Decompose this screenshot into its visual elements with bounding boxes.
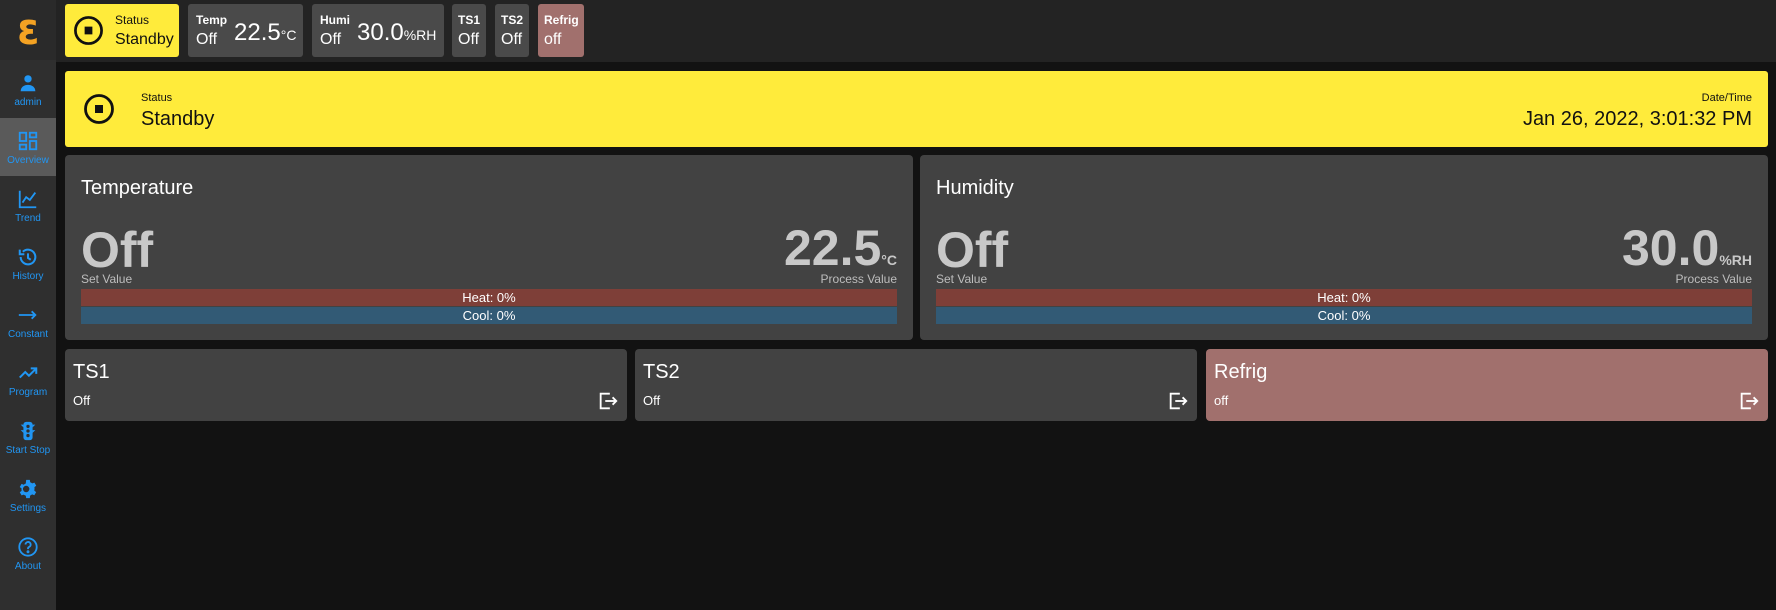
sidebar-item-label: Settings <box>9 503 47 514</box>
ts2-title: TS2 <box>643 361 680 383</box>
temperature-panel[interactable]: Temperature Off Set Value 22.5°C Process… <box>65 155 913 340</box>
sidebar-item-admin[interactable]: admin <box>0 60 56 118</box>
sidebar-item-label: Trend <box>15 213 41 224</box>
dashboard-icon <box>18 131 38 151</box>
humidity-set-label: Set Value <box>936 272 988 286</box>
sidebar-item-label: Program <box>8 387 48 398</box>
status-value: Standby <box>141 108 215 130</box>
datetime-label: Date/Time <box>1701 92 1752 104</box>
temperature-process-label: Process Value <box>820 272 897 286</box>
topbar-refrig-label: Refrig <box>544 13 579 27</box>
topbar-temp-chip[interactable]: Temp Off 22.5°C <box>188 4 303 57</box>
history-icon <box>18 248 37 266</box>
sidebar-item-start-stop[interactable]: Start Stop <box>0 408 56 466</box>
humidity-panel[interactable]: Humidity Off Set Value 30.0%RH Process V… <box>920 155 1768 340</box>
topbar-temp-value: 22.5 <box>234 19 281 46</box>
topbar-refrig-chip[interactable]: Refrig off <box>538 4 584 57</box>
topbar-temp-reading: 22.5°C <box>234 19 296 47</box>
datetime-value: Jan 26, 2022, 3:01:32 PM <box>1522 108 1752 130</box>
topbar-refrig-value: off <box>544 31 562 48</box>
arrow-right-icon <box>18 310 37 320</box>
temperature-heat-bar: Heat: 0% <box>81 289 897 306</box>
humidity-title: Humidity <box>936 177 1014 199</box>
sidebar-item-label: About <box>14 561 42 572</box>
sidebar-item-history[interactable]: History <box>0 234 56 292</box>
temperature-cool-bar: Cool: 0% <box>81 307 897 324</box>
sidebar-item-label: Constant <box>7 329 49 340</box>
humidity-cool-bar: Cool: 0% <box>936 307 1752 324</box>
sidebar-item-about[interactable]: About <box>0 524 56 582</box>
sidebar: ε admin Overview Trend History Constant … <box>0 0 56 610</box>
exit-icon[interactable] <box>1738 390 1760 412</box>
humidity-process-reading: 30.0%RH <box>1622 223 1752 273</box>
refrig-state: off <box>1214 393 1229 408</box>
sidebar-item-label: admin <box>14 97 42 108</box>
temperature-set-label: Set Value <box>81 272 133 286</box>
topbar-status-value: Standby <box>115 31 174 48</box>
sidebar-item-label: History <box>12 271 44 282</box>
sidebar-item-constant[interactable]: Constant <box>0 292 56 350</box>
stop-circle-icon <box>74 16 103 45</box>
topbar-ts2-chip[interactable]: TS2 Off <box>495 4 529 57</box>
ts1-state: Off <box>73 393 91 408</box>
humidity-set-value: Off <box>936 222 1009 278</box>
temperature-process-reading: 22.5°C <box>784 223 897 273</box>
topbar-ts1-label: TS1 <box>458 13 481 27</box>
sidebar-item-settings[interactable]: Settings <box>0 466 56 524</box>
help-circle-icon <box>18 537 38 557</box>
sidebar-item-label: Overview <box>7 155 49 166</box>
ts2-tile[interactable]: TS2 Off <box>635 349 1197 421</box>
trending-up-icon <box>19 367 38 379</box>
refrig-tile[interactable]: Refrig off <box>1206 349 1768 421</box>
ts1-title: TS1 <box>73 361 110 383</box>
status-banner: Status Standby Date/Time Jan 26, 2022, 3… <box>65 71 1768 147</box>
gear-icon <box>19 479 37 499</box>
temperature-title: Temperature <box>81 177 194 199</box>
sidebar-item-overview[interactable]: Overview <box>0 118 56 176</box>
refrig-title: Refrig <box>1214 361 1268 383</box>
temperature-process-value: 22.5 <box>783 220 882 276</box>
topbar-humi-value: 30.0 <box>357 19 404 46</box>
top-status-bar: Status Standby Temp Off 22.5°C Humi Off … <box>56 0 1776 62</box>
chart-line-icon <box>18 190 37 209</box>
temperature-unit: °C <box>881 252 897 268</box>
status-label: Status <box>141 92 173 104</box>
humidity-unit: %RH <box>1719 252 1752 268</box>
sidebar-item-program[interactable]: Program <box>0 350 56 408</box>
logo-glyph: ε <box>16 4 40 55</box>
topbar-humi-chip[interactable]: Humi Off 30.0%RH <box>312 4 444 57</box>
sidebar-item-trend[interactable]: Trend <box>0 176 56 234</box>
humidity-process-label: Process Value <box>1675 272 1752 286</box>
topbar-ts2-label: TS2 <box>501 13 524 27</box>
topbar-status-label: Status <box>115 13 150 27</box>
ts2-state: Off <box>643 393 661 408</box>
topbar-humi-unit: %RH <box>403 27 437 43</box>
exit-icon[interactable] <box>1167 390 1189 412</box>
ts1-tile[interactable]: TS1 Off <box>65 349 627 421</box>
topbar-ts1-value: Off <box>458 31 480 48</box>
user-icon <box>20 75 36 92</box>
stop-circle-icon <box>84 94 114 124</box>
humidity-heat-bar: Heat: 0% <box>936 289 1752 306</box>
topbar-humi-reading: 30.0%RH <box>357 19 436 47</box>
topbar-status-chip[interactable]: Status Standby <box>65 4 179 57</box>
topbar-temp-unit: °C <box>280 27 297 43</box>
traffic-light-icon <box>20 421 36 441</box>
sidebar-item-label: Start Stop <box>5 445 51 456</box>
topbar-ts1-chip[interactable]: TS1 Off <box>452 4 486 57</box>
exit-icon[interactable] <box>597 390 619 412</box>
topbar-ts2-value: Off <box>501 31 523 48</box>
temperature-set-value: Off <box>81 222 154 278</box>
humidity-process-value: 30.0 <box>1622 220 1720 276</box>
app-logo[interactable]: ε <box>0 0 56 60</box>
